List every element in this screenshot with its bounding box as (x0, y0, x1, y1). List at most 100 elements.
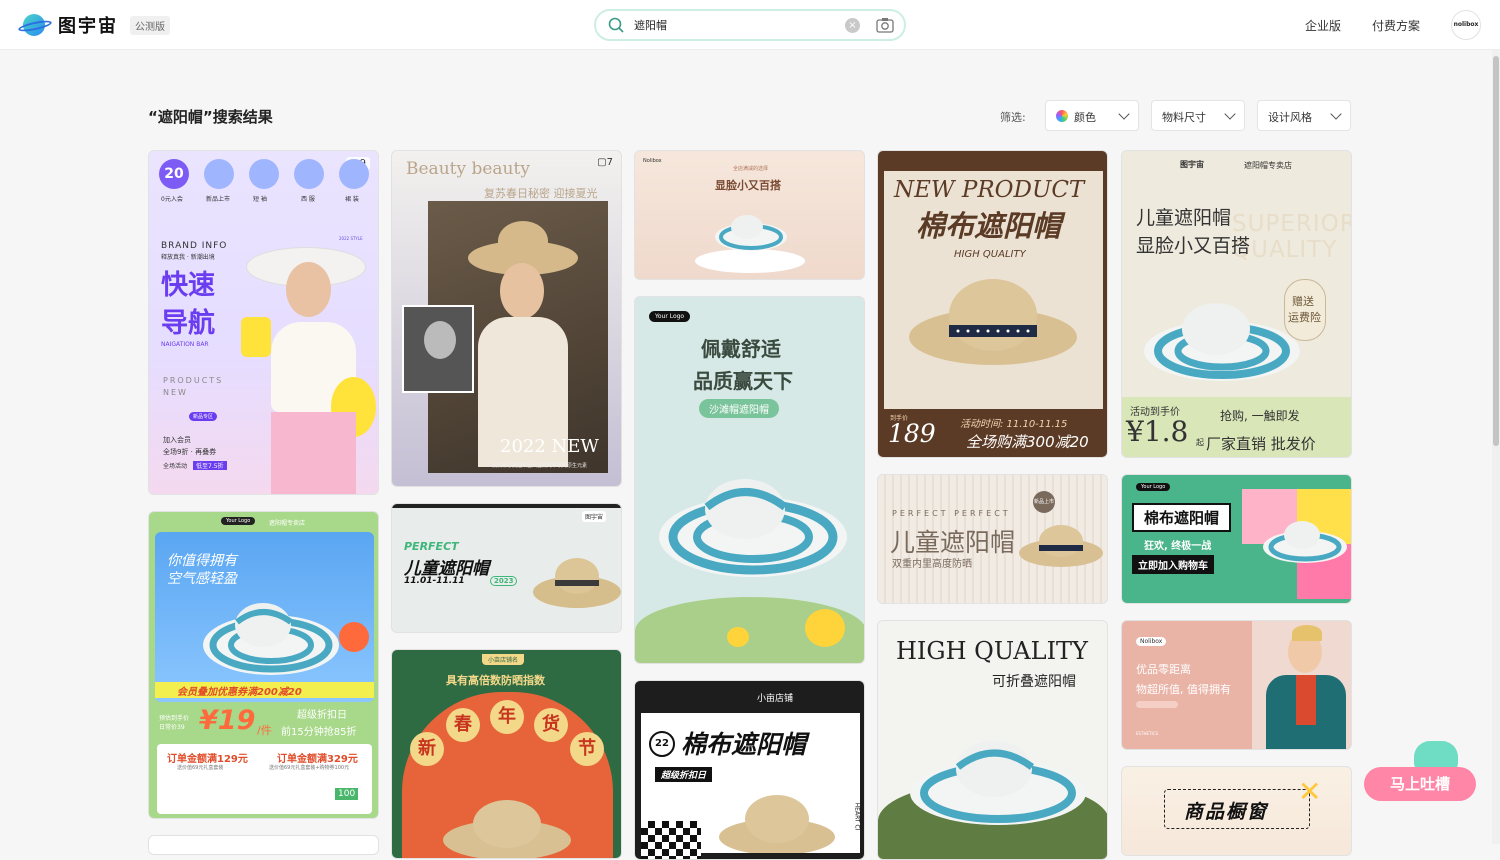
striped-hat-image (715, 215, 787, 251)
color-filter-dropdown[interactable]: 颜色 (1045, 100, 1139, 131)
brand-logo: Your Logo (1136, 483, 1171, 491)
festival-char: 春 (446, 708, 480, 742)
order-offer-1-sub: 送价值69元礼盒套装 (177, 765, 224, 771)
headline-1: 优品零距离 (1136, 663, 1191, 676)
template-card-cart[interactable]: Your Logo 棉布遮阳帽 狂欢, 终极一战 立即加入购物车 (1121, 474, 1352, 604)
nav-pricing-link[interactable]: 付费方案 (1372, 17, 1420, 34)
shop-name: 遮阳帽专卖店 (1244, 161, 1292, 170)
festival-char: 新 (410, 732, 444, 766)
straw-hat-image (1019, 525, 1103, 567)
feedback-pill[interactable]: 马上吐槽 (1364, 767, 1476, 801)
template-card-small-face[interactable]: Nolibox 全店满减的选择 显脸小又百搭 (634, 150, 865, 280)
english-title: HIGH QUALITY (896, 637, 1088, 665)
category-icon (204, 159, 234, 189)
brand-logo: Your Logo (649, 311, 691, 322)
order-offer-2-sub: 送价值69元礼盒套装+购物券100元 (269, 765, 350, 771)
slogan: 狂欢, 终极一战 (1144, 541, 1212, 552)
chinese-title: 儿童遮阳帽 (890, 528, 1016, 557)
page-scrollbar[interactable] (1492, 50, 1500, 844)
template-card-cotton-hat-black[interactable]: 小亩店铺 22 棉布遮阳帽 超级折扣日 HEART CI (634, 680, 865, 860)
brand-info: BRAND INFO (161, 241, 228, 251)
title: 棉布遮阳帽 (1132, 503, 1232, 532)
nav-enterprise-link[interactable]: 企业版 (1305, 17, 1341, 34)
template-card-comfortable[interactable]: Your Logo 佩戴舒适 品质赢天下 沙滩帽遮阳帽 (634, 296, 865, 664)
color-filter-label: 颜色 (1074, 111, 1096, 124)
title: 棉布遮阳帽 (681, 730, 807, 759)
template-card-partial[interactable] (148, 835, 379, 855)
page-count: 7 (606, 157, 613, 168)
subtitle: 复苏春日秘密 迎接夏光 (484, 187, 598, 200)
camera-icon[interactable] (876, 17, 894, 33)
date-range: 11.01-11.11 (404, 576, 465, 586)
headline-2: 品质赢天下 (693, 369, 793, 393)
new-caption: NEW (163, 388, 188, 397)
avatar[interactable]: nolibox (1451, 10, 1481, 40)
woman-hat-photo (241, 237, 376, 494)
brand-sub: 释放真我 · 新潮出境 (161, 254, 215, 261)
page-count-badge: ▢7 (597, 157, 613, 168)
search-input[interactable] (634, 16, 834, 34)
english-caption: PERFECT PERFECT (892, 509, 1011, 518)
model-photo (1252, 621, 1351, 749)
inset-photo (402, 305, 474, 393)
duck-decoration (805, 609, 845, 647)
color-wheel-icon (1056, 110, 1068, 122)
order-offer-1: 订单金额满129元 (167, 754, 248, 765)
scrollbar-thumb[interactable] (1493, 56, 1499, 446)
search-icon (608, 17, 624, 33)
category-icon (249, 159, 279, 189)
promo-bar-text: 会员叠加优惠券满200减20 (177, 687, 302, 698)
top-caption: 全店满减的选择 (733, 166, 769, 172)
template-card-kids-hat-shop[interactable]: 图宇宙 遮阳帽专卖店 SUPERIOR QUALITY 儿童遮阳帽 显脸小又百搭… (1121, 150, 1352, 458)
shop-name: 小亩店铺名 (482, 654, 525, 665)
template-card-showcase[interactable]: 商品橱窗 ✕ (1121, 766, 1352, 856)
logo-text: 图宇宙 (58, 16, 118, 37)
template-card-spring-festival[interactable]: 小亩店铺名 具有高倍数防晒指数 新 春 年 货 节 (391, 649, 622, 859)
side-caption: HEART CI (853, 802, 861, 831)
category-label: 短 袖 (253, 196, 267, 203)
brand-logo: Your Logo (221, 517, 256, 525)
cross-icon: ✕ (1298, 775, 1322, 808)
template-card-fashion[interactable]: Nolibox 优品零距离 物超所值, 值得拥有 ESTHETICS (1121, 620, 1352, 750)
category-pill: 沙滩帽遮阳帽 (699, 399, 779, 418)
category-label: 裙 装 (345, 196, 359, 203)
coupon-value: 100 (335, 788, 359, 800)
template-card-beauty[interactable]: ▢7 Beauty beauty 复苏春日秘密 迎接夏光 2022 NEW 我们… (391, 150, 622, 487)
size-filter-dropdown[interactable]: 物料尺寸 (1151, 100, 1245, 131)
template-card-perfect[interactable]: 图宇宙 PERFECT 儿童遮阳帽 11.01-11.11 2023 (391, 503, 622, 633)
chevron-down-icon (1330, 108, 1342, 120)
tag-pill (1136, 701, 1178, 708)
template-card-airy-hat[interactable]: Your Logo 遮阳帽专卖店 你值得拥有 空气感轻盈 会员叠加优惠券满200… (148, 511, 379, 819)
straw-hat-image (719, 795, 835, 853)
discount-pill: 低至7.5折 (193, 461, 227, 470)
festival-char: 货 (534, 708, 568, 742)
category-label: 新品上市 (206, 196, 231, 203)
clear-search-icon[interactable]: × (845, 18, 860, 33)
chinese-title: 棉布遮阳帽 (916, 209, 1062, 243)
title: 显脸小又百搭 (715, 179, 781, 192)
brand-logo: 图宇宙 (1180, 160, 1204, 169)
festival-char: 年 (490, 700, 524, 734)
cart-cta: 立即加入购物车 (1132, 555, 1214, 574)
style-filter-label: 设计风格 (1268, 111, 1312, 124)
sunscreen-title: 具有高倍数防晒指数 (446, 674, 545, 687)
year-pill: 2023 (490, 576, 518, 586)
straw-hat-image (443, 800, 571, 858)
avatar-label: nolibox (1453, 21, 1479, 28)
price: 189 (888, 419, 936, 448)
promo-text: 全场购满300减20 (966, 433, 1089, 451)
category-icon (294, 159, 324, 189)
style-filter-dropdown[interactable]: 设计风格 (1257, 100, 1351, 131)
year-circle: 22 (649, 731, 675, 757)
feedback-float-button[interactable]: 马上吐槽 (1364, 741, 1476, 801)
category-label: 西 服 (301, 196, 315, 203)
size-filter-label: 物料尺寸 (1162, 111, 1206, 124)
template-card-navigation[interactable]: ▢9 20 0元入会 新品上市 短 袖 西 服 裙 装 2022 STYLE B… (148, 150, 379, 495)
logo[interactable]: 图宇宙 公测版 (17, 12, 170, 38)
checker-pattern (641, 821, 701, 859)
template-card-high-quality[interactable]: HIGH QUALITY 可折叠遮阳帽 (877, 620, 1108, 860)
event-time: 活动时间: 11.10-11.15 (960, 419, 1068, 430)
template-card-new-product[interactable]: NEW PRODUCT 棉布遮阳帽 HIGH QUALITY 到手价 189 活… (877, 150, 1108, 458)
feedback-label: 马上吐槽 (1389, 775, 1450, 793)
template-card-kids-hat[interactable]: PERFECT PERFECT 儿童遮阳帽 双重内里高度防晒 新品上市 (877, 474, 1108, 604)
